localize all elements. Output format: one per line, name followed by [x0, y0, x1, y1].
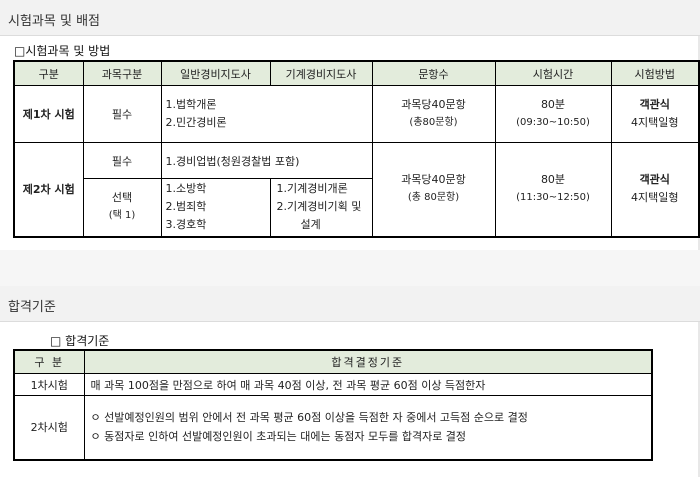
section-header-pass-criteria: 합격기준	[0, 286, 700, 322]
exam2-questions: 과목당40문항 (총 80문항)	[371, 142, 496, 237]
row-criteria: ㅇ 선발예정인원의 범위 안에서 전 과목 평균 60점 이상을 득점한 자 중…	[83, 395, 653, 460]
pass-criteria-table: 구 분 합격결정기준 1차시험 매 과목 100점을 만점으로 하여 매 과목 …	[13, 349, 653, 461]
col-header: 과목구분	[82, 60, 162, 86]
col-header: 기계경비지도사	[269, 60, 373, 86]
exam-subjects-table: 구분 과목구분 일반경비지도사 기계경비지도사 문항수 시험시간 시험방법 제1…	[13, 60, 700, 238]
exam1-type: 필수	[82, 85, 162, 143]
exam2-method: 객관식 4지택일형	[610, 142, 700, 237]
criteria-line: ㅇ 선발예정인원의 범위 안에서 전 과목 평균 60점 이상을 득점한 자 중…	[90, 411, 528, 425]
exam2-required-subject: 1.경비업법(청원경찰법 포함)	[160, 142, 373, 179]
section-title: 합격기준	[8, 300, 56, 315]
subject-item: 1.법학개론	[165, 98, 217, 111]
row-label: 2차시험	[13, 395, 85, 460]
exam1-method: 객관식 4지택일형	[610, 85, 700, 143]
table-row-exam1: 제1차 시험 필수 1.법학개론 2.민간경비론 과목당40문항 (총80문항)…	[13, 85, 700, 143]
exam-method-subtitle: □시험과목 및 방법	[14, 44, 111, 58]
exam2-time: 80분 (11:30~12:50)	[494, 142, 612, 237]
exam1-subjects: 1.법학개론 2.민간경비론	[160, 85, 373, 143]
exam2-general-subjects: 1.소방학 2.범죄학 3.경호학	[160, 178, 271, 237]
table-row-first-exam: 1차시험 매 과목 100점을 만점으로 하여 매 과목 40점 이상, 전 과…	[13, 373, 653, 396]
col-header: 구 분	[13, 349, 85, 374]
section-header-exam-subjects: 시험과목 및 배점	[0, 0, 700, 36]
table-header-row: 구분 과목구분 일반경비지도사 기계경비지도사 문항수 시험시간 시험방법	[13, 60, 700, 86]
col-header: 시험시간	[494, 60, 612, 86]
row-label: 1차시험	[13, 373, 85, 396]
col-header: 시험방법	[610, 60, 700, 86]
exam1-time: 80분 (09:30~10:50)	[494, 85, 612, 143]
table-row-second-exam: 2차시험 ㅇ 선발예정인원의 범위 안에서 전 과목 평균 60점 이상을 득점…	[13, 395, 653, 460]
exam2-machine-subjects: 1.기계경비개론 2.기계경비기획 및 설계	[269, 178, 373, 237]
col-header: 구분	[13, 60, 84, 86]
col-header: 합격결정기준	[83, 349, 653, 374]
row-criteria: 매 과목 100점을 만점으로 하여 매 과목 40점 이상, 전 과목 평균 …	[83, 373, 653, 396]
section-title: 시험과목 및 배점	[8, 14, 100, 29]
pass-criteria-subtitle: □ 합격기준	[50, 334, 110, 348]
exam2-elective-type: 선택 (택 1)	[82, 178, 162, 237]
exam1-questions: 과목당40문항 (총80문항)	[371, 85, 496, 143]
col-header: 일반경비지도사	[160, 60, 271, 86]
criteria-line: ㅇ 동점자로 인하여 선발예정인원이 초과되는 대에는 동점자 모두를 합격자로…	[90, 430, 467, 444]
exam2-label: 제2차 시험	[13, 142, 84, 237]
exam2-required-type: 필수	[82, 142, 162, 179]
subject-item: 2.민간경비론	[165, 116, 227, 129]
col-header: 문항수	[371, 60, 496, 86]
table-row-exam2-required: 제2차 시험 필수 1.경비업법(청원경찰법 포함) 과목당40문항 (총 80…	[13, 142, 700, 237]
section-gap	[0, 250, 700, 286]
table-header-row: 구 분 합격결정기준	[13, 349, 653, 374]
exam1-label: 제1차 시험	[13, 85, 84, 143]
